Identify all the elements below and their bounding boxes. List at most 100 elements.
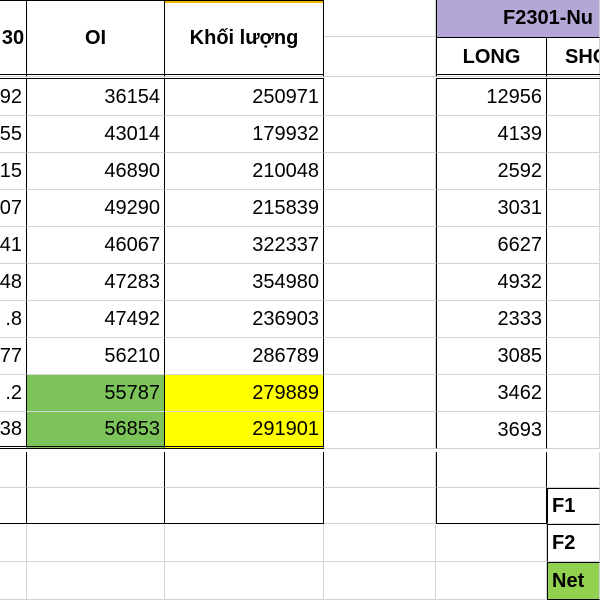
cell-a[interactable]: 07: [0, 190, 27, 227]
net-label-cell[interactable]: Net: [547, 562, 600, 600]
cell-a[interactable]: 41: [0, 227, 27, 264]
cell-oi[interactable]: 55787: [27, 375, 165, 412]
empty-cell[interactable]: [165, 524, 324, 562]
cell-a[interactable]: 55: [0, 116, 27, 153]
empty-cell[interactable]: [324, 412, 436, 449]
cell-long[interactable]: 4139: [436, 116, 547, 153]
empty-cell[interactable]: [324, 37, 436, 77]
header-col-a[interactable]: 30: [0, 0, 27, 77]
empty-cell[interactable]: [547, 264, 600, 301]
empty-cell[interactable]: [324, 116, 436, 153]
cell-volume[interactable]: 236903: [165, 301, 324, 338]
empty-cell[interactable]: [0, 488, 27, 524]
group-title-cell[interactable]: F2301-Nu: [436, 0, 600, 38]
empty-cell[interactable]: [547, 412, 600, 449]
cell-volume[interactable]: 215839: [165, 190, 324, 227]
cell-volume[interactable]: 354980: [165, 264, 324, 301]
empty-cell[interactable]: [324, 264, 436, 301]
empty-cell[interactable]: [436, 488, 547, 524]
empty-cell[interactable]: [547, 116, 600, 153]
empty-cell[interactable]: [436, 524, 547, 562]
cell-volume[interactable]: 279889: [165, 375, 324, 412]
empty-cell[interactable]: [324, 452, 436, 488]
empty-cell[interactable]: [324, 0, 436, 37]
cell-oi[interactable]: 46067: [27, 227, 165, 264]
cell-long[interactable]: 4932: [436, 264, 547, 301]
cell-oi[interactable]: 49290: [27, 190, 165, 227]
cell-volume[interactable]: 210048: [165, 153, 324, 190]
cell-long[interactable]: 2333: [436, 301, 547, 338]
empty-cell[interactable]: [547, 338, 600, 375]
empty-cell[interactable]: [0, 452, 27, 488]
cell-oi-value: 47492: [104, 307, 160, 330]
empty-cell[interactable]: [547, 301, 600, 338]
empty-cell[interactable]: [27, 452, 165, 488]
cell-volume[interactable]: 291901: [165, 412, 324, 449]
cell-volume[interactable]: 250971: [165, 79, 324, 116]
f1-label-cell[interactable]: F1: [547, 488, 600, 524]
cell-a[interactable]: 15: [0, 153, 27, 190]
empty-cell[interactable]: [547, 375, 600, 412]
empty-cell[interactable]: [547, 153, 600, 190]
cell-long[interactable]: 6627: [436, 227, 547, 264]
cell-oi[interactable]: 43014: [27, 116, 165, 153]
header-volume[interactable]: Khối lượng: [165, 0, 324, 77]
cell-volume[interactable]: 179932: [165, 116, 324, 153]
cell-a[interactable]: 92: [0, 79, 27, 116]
cell-oi[interactable]: 36154: [27, 79, 165, 116]
empty-cell[interactable]: [436, 452, 547, 488]
cell-long[interactable]: 2592: [436, 153, 547, 190]
empty-cell[interactable]: [324, 375, 436, 412]
empty-cell[interactable]: [547, 227, 600, 264]
empty-cell[interactable]: [547, 452, 600, 488]
empty-cell[interactable]: [324, 338, 436, 375]
cell-oi-value: 47283: [104, 270, 160, 293]
empty-cell[interactable]: [324, 190, 436, 227]
header-oi[interactable]: OI: [27, 0, 165, 77]
empty-cell[interactable]: [324, 227, 436, 264]
cell-a-value: 15: [0, 159, 22, 182]
cell-oi[interactable]: 47283: [27, 264, 165, 301]
empty-cell[interactable]: [324, 153, 436, 190]
empty-cell[interactable]: [547, 79, 600, 116]
cell-long[interactable]: 3462: [436, 375, 547, 412]
cell-oi[interactable]: 56210: [27, 338, 165, 375]
cell-long[interactable]: 3085: [436, 338, 547, 375]
empty-cell[interactable]: [324, 301, 436, 338]
empty-cell[interactable]: [436, 562, 547, 600]
empty-cell[interactable]: [27, 524, 165, 562]
cell-oi[interactable]: 56853: [27, 412, 165, 449]
cell-volume[interactable]: 322337: [165, 227, 324, 264]
empty-cell[interactable]: [324, 562, 436, 600]
cell-a[interactable]: 48: [0, 264, 27, 301]
cell-a-value: 55: [0, 122, 22, 145]
cell-a[interactable]: 38: [0, 412, 27, 449]
f2-label-cell[interactable]: F2: [547, 524, 600, 562]
empty-cell[interactable]: [324, 488, 436, 524]
cell-long[interactable]: 3693: [436, 412, 547, 449]
empty-cell[interactable]: [0, 562, 27, 600]
empty-cell[interactable]: [324, 79, 436, 116]
cell-oi[interactable]: 46890: [27, 153, 165, 190]
header-short-label: SHO: [565, 45, 599, 68]
header-long[interactable]: LONG: [436, 38, 547, 77]
cell-oi[interactable]: 47492: [27, 301, 165, 338]
empty-cell[interactable]: [165, 452, 324, 488]
empty-cell[interactable]: [0, 524, 27, 562]
header-col-a-label: 30: [1, 27, 25, 49]
empty-cell[interactable]: [27, 488, 165, 524]
empty-cell[interactable]: [324, 524, 436, 562]
cell-a[interactable]: 77: [0, 338, 27, 375]
empty-cell[interactable]: [165, 562, 324, 600]
empty-cell[interactable]: [547, 190, 600, 227]
empty-cell[interactable]: [27, 562, 165, 600]
cell-long-value: 4139: [497, 122, 543, 145]
f1-label: F1: [552, 494, 576, 517]
cell-volume[interactable]: 286789: [165, 338, 324, 375]
cell-a[interactable]: .2: [0, 375, 27, 412]
header-short[interactable]: SHO: [547, 38, 600, 77]
cell-long[interactable]: 12956: [436, 79, 547, 116]
empty-cell[interactable]: [165, 488, 324, 524]
cell-a[interactable]: .8: [0, 301, 27, 338]
cell-long[interactable]: 3031: [436, 190, 547, 227]
